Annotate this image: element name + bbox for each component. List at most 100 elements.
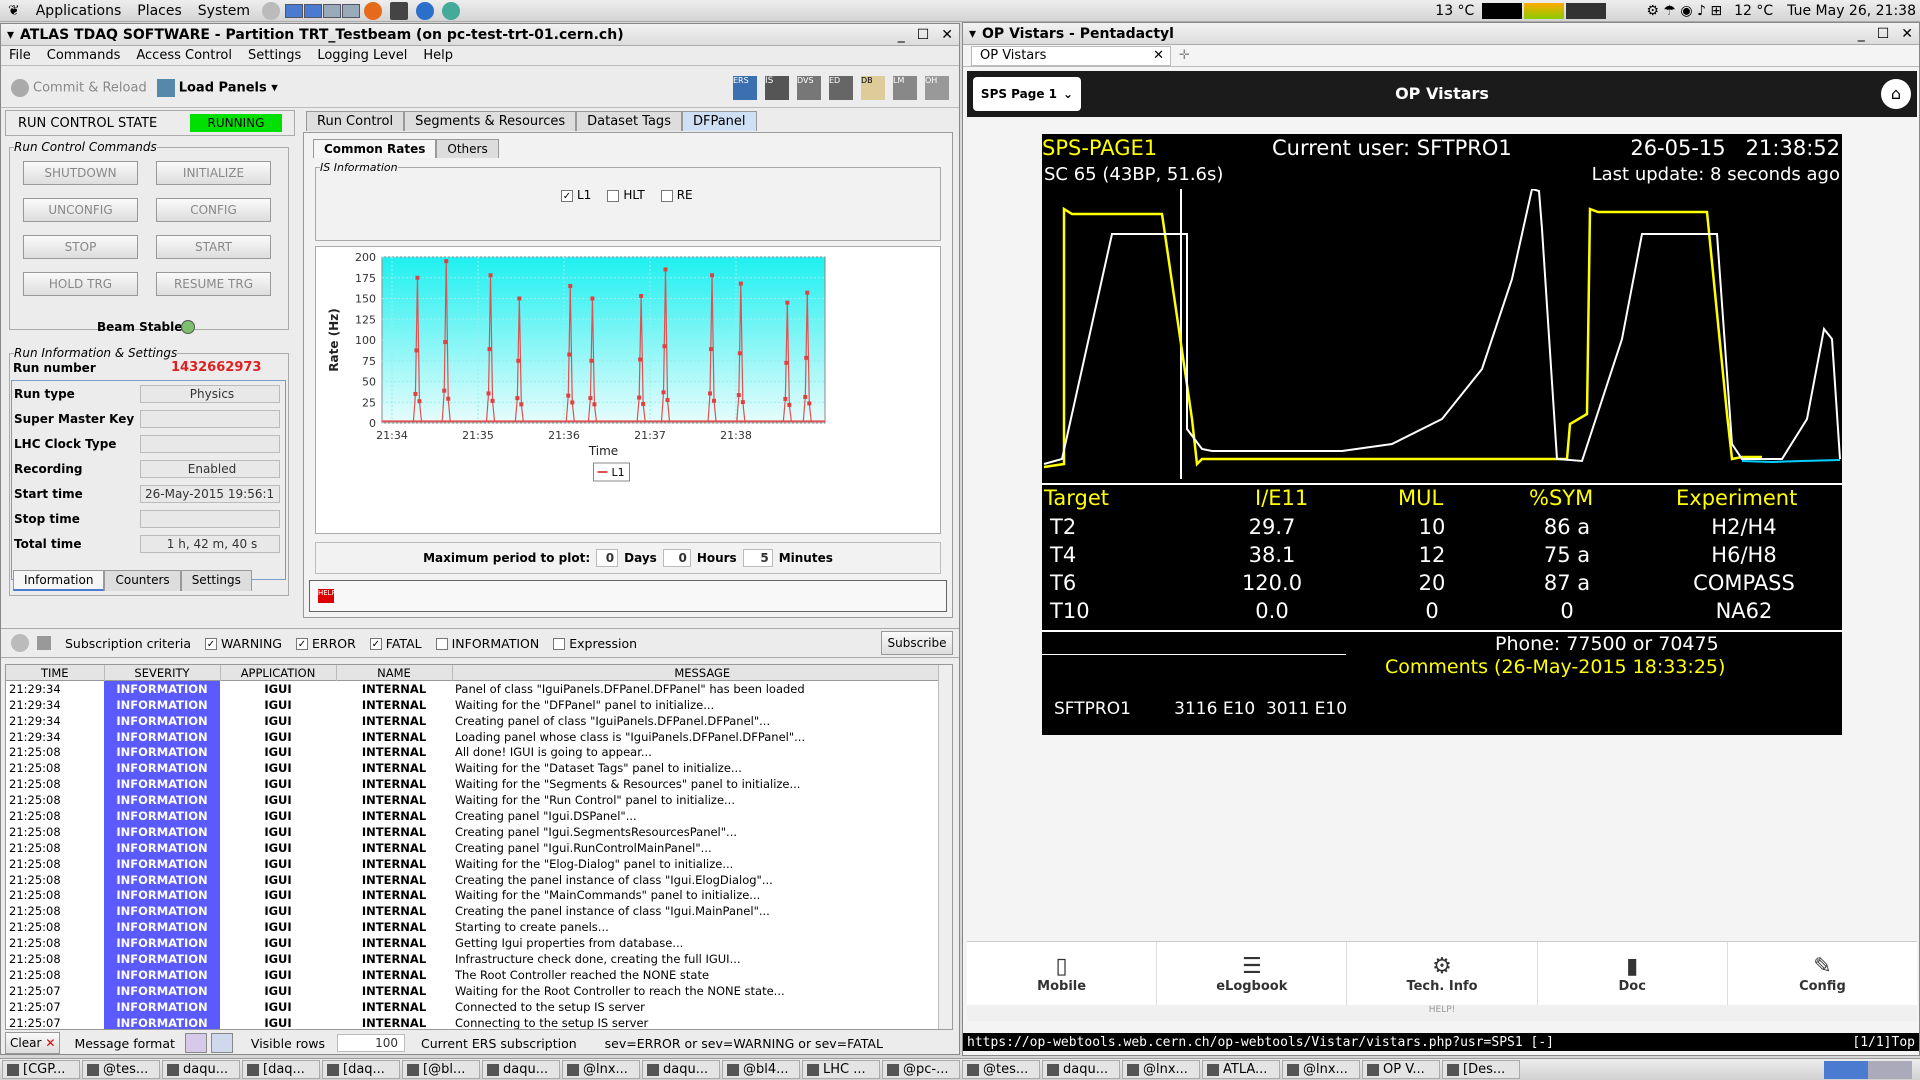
- nav-config[interactable]: ✎ Config: [1728, 942, 1917, 1005]
- ed-icon[interactable]: ED: [829, 75, 853, 100]
- log-row[interactable]: 21:25:08 INFORMATION IGUI INTERNAL The Root …: [6, 966, 952, 983]
- system-menu[interactable]: System: [190, 3, 258, 19]
- atlas-titlebar[interactable]: ▾ ATLAS TDAQ SOFTWARE - Partition TRT_Te…: [1, 24, 959, 46]
- taskbar-item[interactable]: LHC ...: [802, 1060, 880, 1079]
- taskbar-item[interactable]: OP V...: [1362, 1060, 1440, 1079]
- taskbar-item[interactable]: daqu...: [642, 1060, 720, 1079]
- check-error[interactable]: ✓ ERROR: [296, 636, 356, 651]
- log-row[interactable]: 21:25:08 INFORMATION IGUI INTERNAL Infrastru…: [6, 951, 952, 967]
- taskbar-item[interactable]: [@bl...: [402, 1060, 480, 1079]
- home-icon[interactable]: ⌂: [1881, 79, 1911, 109]
- check-expression[interactable]: Expression: [553, 636, 637, 651]
- tab-others[interactable]: Others: [436, 139, 499, 158]
- tab-run-control[interactable]: Run Control: [306, 111, 405, 131]
- taskbar-item[interactable]: @pc-...: [882, 1060, 960, 1079]
- firefox-icon[interactable]: [364, 1, 382, 20]
- workspace-2[interactable]: [304, 3, 322, 18]
- col-time[interactable]: TIME: [6, 665, 105, 681]
- window-menu-icon[interactable]: ▾: [969, 26, 976, 42]
- taskbar-item[interactable]: @bl4...: [722, 1060, 800, 1079]
- minutes-spinner[interactable]: 5: [742, 549, 773, 567]
- log-row[interactable]: 21:25:08 INFORMATION IGUI INTERNAL Waiting f…: [6, 855, 952, 872]
- log-row[interactable]: 21:25:08 INFORMATION IGUI INTERNAL Creating …: [6, 903, 952, 920]
- nav-doc[interactable]: ▮ Doc: [1538, 942, 1728, 1005]
- col-message[interactable]: MESSAGE: [452, 665, 952, 681]
- nav-tech-info[interactable]: ⚙ Tech. Info: [1347, 942, 1538, 1005]
- maximize-icon[interactable]: ☐: [1877, 26, 1890, 42]
- tab-settings[interactable]: Settings: [180, 570, 252, 591]
- log-row[interactable]: 21:25:08 INFORMATION IGUI INTERNAL Waiting f…: [6, 887, 952, 904]
- clock[interactable]: Tue May 26, 21:38: [1787, 3, 1920, 19]
- taskbar-item[interactable]: [Des...: [1442, 1060, 1520, 1079]
- minimize-icon[interactable]: _: [1858, 26, 1865, 42]
- tab-dataset-tags[interactable]: Dataset Tags: [576, 111, 682, 131]
- check-fatal[interactable]: ✓ FATAL: [369, 636, 422, 651]
- log-row[interactable]: 21:29:34 INFORMATION IGUI INTERNAL Loading p…: [6, 728, 952, 745]
- close-icon[interactable]: ✕: [941, 27, 953, 43]
- col-name[interactable]: NAME: [336, 665, 453, 681]
- db-icon[interactable]: DB: [861, 75, 885, 100]
- initialize-button[interactable]: INITIALIZE: [156, 161, 271, 185]
- commit-reload-button[interactable]: Commit & Reload: [11, 78, 147, 97]
- log-row[interactable]: 21:25:08 INFORMATION IGUI INTERNAL Creating …: [6, 839, 952, 856]
- hold-trg-button[interactable]: HOLD TRG: [23, 272, 138, 296]
- pidgin-icon[interactable]: [416, 1, 434, 20]
- taskbar-item[interactable]: [CGP...: [2, 1060, 80, 1079]
- tab-segments-resources[interactable]: Segments & Resources: [404, 111, 577, 131]
- lm-icon[interactable]: LM: [893, 75, 917, 100]
- tab-counters[interactable]: Counters: [104, 570, 181, 591]
- workspace-switcher[interactable]: [1824, 1060, 1912, 1079]
- taskbar-item[interactable]: @lnx...: [1282, 1060, 1360, 1079]
- minimize-icon[interactable]: _: [898, 27, 905, 43]
- col-severity[interactable]: SEVERITY: [104, 665, 221, 681]
- load-panels-button[interactable]: Load Panels ▾: [156, 78, 278, 97]
- taskbar-item[interactable]: @lnx...: [1122, 1060, 1200, 1079]
- refresh-icon[interactable]: [11, 634, 29, 652]
- long-format-icon[interactable]: [210, 1033, 233, 1053]
- taskbar-item[interactable]: @tes...: [962, 1060, 1040, 1079]
- days-spinner[interactable]: 0: [596, 549, 619, 567]
- log-row[interactable]: 21:25:08 INFORMATION IGUI INTERNAL Getting I…: [6, 935, 952, 952]
- terminal-icon[interactable]: [390, 1, 408, 20]
- check-information[interactable]: INFORMATION: [435, 636, 539, 651]
- check-hlt[interactable]: HLT: [607, 188, 645, 202]
- short-format-icon[interactable]: [184, 1033, 207, 1053]
- log-row[interactable]: 21:25:08 INFORMATION IGUI INTERNAL Creating …: [6, 871, 952, 888]
- browser-titlebar[interactable]: ▾ OP Vistars - Pentadactyl _ ☐ ✕: [963, 23, 1919, 45]
- tab-common-rates[interactable]: Common Rates: [313, 139, 437, 158]
- visible-rows-input[interactable]: 100: [336, 1034, 405, 1052]
- col-application[interactable]: APPLICATION: [220, 665, 337, 681]
- check-warning[interactable]: ✓ WARNING: [205, 636, 282, 651]
- log-row[interactable]: 21:29:34 INFORMATION IGUI INTERNAL Waiting f…: [6, 696, 952, 713]
- filter-icon[interactable]: [37, 636, 51, 650]
- log-row[interactable]: 21:25:08 INFORMATION IGUI INTERNAL Creating …: [6, 808, 952, 824]
- log-row[interactable]: 21:25:08 INFORMATION IGUI INTERNAL Creating …: [6, 823, 952, 840]
- log-row[interactable]: 21:25:08 INFORMATION IGUI INTERNAL All done!…: [6, 744, 952, 761]
- nav-mobile[interactable]: ▯ Mobile: [967, 942, 1158, 1005]
- applications-menu[interactable]: Applications: [28, 3, 130, 19]
- window-menu-icon[interactable]: ▾: [7, 27, 14, 43]
- nav-elogbook[interactable]: ☰ eLogbook: [1157, 942, 1348, 1005]
- check-re[interactable]: RE: [660, 188, 693, 202]
- menu-settings[interactable]: Settings: [240, 48, 309, 63]
- config-button[interactable]: CONFIG: [156, 198, 271, 222]
- ers-icon[interactable]: ERS: [733, 75, 757, 100]
- dvs-icon[interactable]: DVS: [797, 75, 821, 100]
- log-row[interactable]: 21:25:07 INFORMATION IGUI INTERNAL Connected…: [6, 998, 952, 1015]
- launcher-icon[interactable]: [262, 1, 280, 20]
- tab-information[interactable]: Information: [13, 570, 105, 591]
- tab-dfpanel[interactable]: DFPanel: [681, 111, 757, 131]
- tab-close-icon[interactable]: ✕: [1153, 48, 1164, 63]
- stop-button[interactable]: STOP: [23, 235, 138, 259]
- clear-button[interactable]: Clear ✕: [5, 1032, 61, 1054]
- browser-tab[interactable]: OP Vistars ✕: [971, 45, 1171, 66]
- menu-help[interactable]: Help: [415, 48, 461, 63]
- help-footer[interactable]: HELP!: [967, 1005, 1917, 1021]
- shutdown-button[interactable]: SHUTDOWN: [23, 161, 138, 185]
- log-row[interactable]: 21:25:07 INFORMATION IGUI INTERNAL Waiting f…: [6, 982, 952, 999]
- unconfig-button[interactable]: UNCONFIG: [23, 198, 138, 222]
- oh-icon[interactable]: OH: [925, 75, 949, 100]
- log-row[interactable]: 21:25:07 INFORMATION IGUI INTERNAL Connectin…: [6, 1014, 952, 1029]
- maximize-icon[interactable]: ☐: [917, 27, 930, 43]
- resume-trg-button[interactable]: RESUME TRG: [156, 272, 271, 296]
